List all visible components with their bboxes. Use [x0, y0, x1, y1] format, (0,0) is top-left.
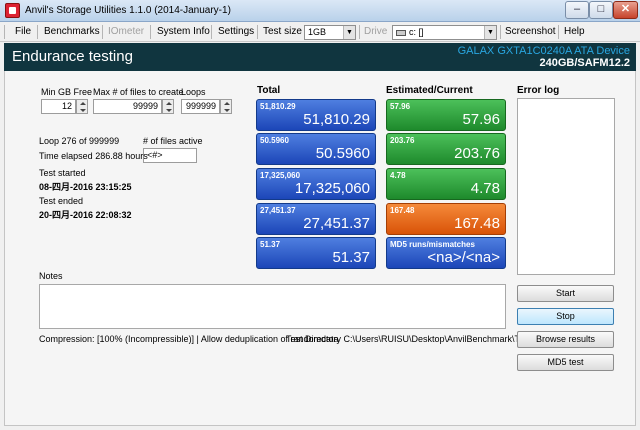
- menu-separator: [359, 25, 360, 39]
- menu-iometer[interactable]: IOmeter: [108, 26, 144, 37]
- test-size-select[interactable]: 1GB ▼: [304, 25, 356, 40]
- total-tile-4: 27,451.37 27,451.37: [256, 203, 376, 235]
- md5-test-button[interactable]: MD5 test: [517, 354, 614, 371]
- error-log-box[interactable]: [517, 98, 615, 275]
- browse-results-button[interactable]: Browse results: [517, 331, 614, 348]
- test-ended-value: 20-四月-2016 22:08:32: [39, 210, 132, 220]
- chevron-down-icon: ▼: [343, 26, 355, 39]
- files-active-field: <#>: [143, 148, 197, 163]
- md5-tile: MD5 runs/mismatches <na>/<na>: [386, 237, 506, 269]
- menu-benchmarks[interactable]: Benchmarks: [44, 26, 100, 37]
- total-tile-2: 50.5960 50.5960: [256, 133, 376, 165]
- device-info: GALAX GXTA1C0240A ATA Device 240GB/SAFM1…: [458, 45, 630, 69]
- menu-separator: [558, 25, 559, 39]
- time-elapsed: Time elapsed 286.88 hours: [39, 151, 148, 161]
- test-size-value: 1GB: [308, 27, 327, 37]
- tile-value: 167.48: [454, 215, 500, 232]
- test-directory-info: Test Directory C:\Users\RUISU\Desktop\An…: [286, 334, 538, 344]
- drive-select[interactable]: c: [] ▼: [392, 25, 497, 40]
- header-banner: Endurance testing GALAX GXTA1C0240A ATA …: [4, 43, 636, 71]
- minimize-button[interactable]: –: [565, 1, 589, 19]
- tile-value: 4.78: [470, 180, 500, 197]
- files-active-label: # of files active: [143, 136, 203, 146]
- title-bar: Anvil's Storage Utilities 1.1.0 (2014-Ja…: [0, 0, 640, 22]
- menu-separator: [257, 25, 258, 39]
- total-tile-1: 51,810.29 51,810.29: [256, 99, 376, 131]
- tile-caption: MD5 runs/mismatches: [390, 240, 475, 249]
- drive-value: c: []: [409, 27, 424, 37]
- tile-caption: 4.78: [390, 171, 406, 180]
- test-started-label: Test started: [39, 168, 86, 178]
- tile-caption: 17,325,060: [260, 171, 301, 180]
- tile-caption: 203.76: [390, 136, 415, 145]
- menu-separator: [500, 25, 501, 39]
- menu-help[interactable]: Help: [564, 26, 585, 37]
- maximize-button[interactable]: □: [589, 1, 613, 19]
- estimated-heading: Estimated/Current: [386, 85, 473, 96]
- drive-label: Drive: [364, 26, 388, 37]
- min-gb-free-label: Min GB Free: [41, 87, 93, 97]
- tile-value: 51.37: [332, 249, 370, 266]
- menu-separator: [37, 25, 38, 39]
- tile-value: 17,325,060: [294, 180, 370, 197]
- tile-value: <na>/<na>: [427, 249, 500, 266]
- total-tile-5: 51.37 51.37: [256, 237, 376, 269]
- tile-value: 51,810.29: [303, 111, 370, 128]
- loops-label: Loops: [181, 87, 206, 97]
- test-ended-label: Test ended: [39, 196, 84, 206]
- menu-system-info[interactable]: System Info: [157, 26, 210, 37]
- test-started-value: 08-四月-2016 23:15:25: [39, 182, 132, 192]
- menu-separator: [102, 25, 103, 39]
- tile-caption: 167.48: [390, 206, 415, 215]
- total-heading: Total: [257, 85, 281, 96]
- loop-progress: Loop 276 of 999999: [39, 136, 120, 146]
- stop-button[interactable]: Stop: [517, 308, 614, 325]
- tile-value: 57.96: [462, 111, 500, 128]
- menu-separator: [211, 25, 212, 39]
- estimated-tile-3: 4.78 4.78: [386, 168, 506, 200]
- max-files-spinner[interactable]: [162, 99, 174, 114]
- menu-grip: [4, 25, 5, 39]
- max-files-input[interactable]: 99999: [93, 99, 162, 114]
- tile-caption: 50.5960: [260, 136, 289, 145]
- total-tile-3: 17,325,060 17,325,060: [256, 168, 376, 200]
- window-title: Anvil's Storage Utilities 1.1.0 (2014-Ja…: [25, 5, 231, 16]
- loops-spinner[interactable]: [220, 99, 232, 114]
- menu-file[interactable]: File: [15, 26, 31, 37]
- loops-input[interactable]: 999999: [181, 99, 220, 114]
- main-panel: Min GB Free 12 Max # of files to create …: [4, 71, 636, 426]
- tile-value: 203.76: [454, 145, 500, 162]
- device-name: GALAX GXTA1C0240A ATA Device: [457, 45, 630, 57]
- menu-separator: [150, 25, 151, 39]
- estimated-tile-4: 167.48 167.48: [386, 203, 506, 235]
- tile-caption: 27,451.37: [260, 206, 296, 215]
- tile-value: 50.5960: [315, 145, 370, 162]
- error-log-heading: Error log: [517, 85, 560, 96]
- app-icon: [5, 3, 20, 18]
- estimated-tile-1: 57.96 57.96: [386, 99, 506, 131]
- tile-caption: 51.37: [260, 240, 281, 249]
- drive-icon: [396, 29, 406, 36]
- max-files-label: Max # of files to create: [93, 87, 184, 97]
- page-title: Endurance testing: [12, 48, 133, 65]
- min-gb-free-input[interactable]: 12: [41, 99, 76, 114]
- min-gb-free-spinner[interactable]: [76, 99, 88, 114]
- notes-label: Notes: [39, 271, 63, 281]
- tile-caption: 57.96: [390, 102, 411, 111]
- menu-settings[interactable]: Settings: [218, 26, 254, 37]
- notes-textarea[interactable]: [39, 284, 506, 329]
- tile-value: 27,451.37: [303, 215, 370, 232]
- estimated-tile-2: 203.76 203.76: [386, 133, 506, 165]
- chevron-down-icon: ▼: [484, 26, 496, 39]
- menu-screenshot[interactable]: Screenshot: [505, 26, 556, 37]
- device-capacity-firmware: 240GB/SAFM12.2: [539, 57, 630, 69]
- tile-caption: 51,810.29: [260, 102, 296, 111]
- menu-bar: File Benchmarks IOmeter System Info Sett…: [0, 22, 640, 42]
- close-button[interactable]: ✕: [613, 1, 638, 19]
- start-button[interactable]: Start: [517, 285, 614, 302]
- test-size-label: Test size: [263, 26, 302, 37]
